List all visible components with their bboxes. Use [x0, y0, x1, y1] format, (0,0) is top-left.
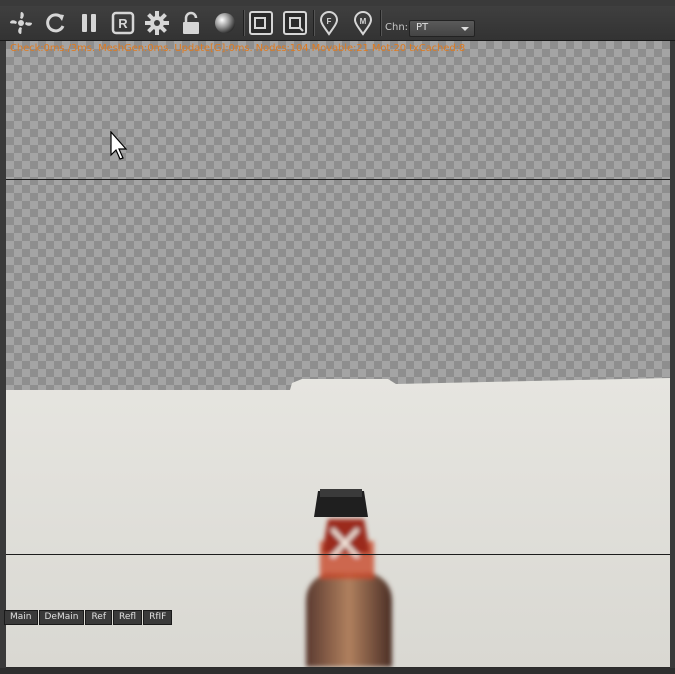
tab-ref[interactable]: Ref	[85, 610, 113, 625]
render-viewport[interactable]: Check:0ms./3ms. MeshGen:0ms. Update[G]:0…	[6, 41, 670, 667]
region-guide-line	[6, 179, 670, 180]
mouse-cursor-icon	[110, 131, 128, 160]
lock-icon[interactable]	[176, 8, 206, 38]
svg-text:R: R	[118, 16, 128, 31]
status-bar	[0, 668, 675, 674]
toolbar-separator	[243, 10, 245, 36]
tab-main[interactable]: Main	[4, 610, 38, 625]
view-tabs: Main DeMain Ref Refl RfIF	[4, 610, 173, 625]
pin-f-icon[interactable]: F	[314, 8, 344, 38]
region-guide-line	[6, 554, 670, 555]
channel-dropdown[interactable]: PT	[409, 20, 475, 37]
pause-icon[interactable]	[74, 8, 104, 38]
render-image	[6, 378, 670, 667]
channel-value: PT	[416, 22, 429, 33]
toolbar-separator	[380, 10, 382, 36]
svg-text:M: M	[360, 17, 367, 26]
tab-refl[interactable]: Refl	[113, 610, 143, 625]
film-region-icon[interactable]	[280, 8, 310, 38]
channel-label: Chn:	[385, 22, 409, 33]
tab-rfif[interactable]: RfIF	[143, 610, 173, 625]
pin-m-icon[interactable]: M	[348, 8, 378, 38]
sphere-icon[interactable]	[210, 8, 240, 38]
r-icon[interactable]: R	[108, 8, 138, 38]
tab-demain[interactable]: DeMain	[38, 610, 85, 625]
gear-icon[interactable]	[142, 8, 172, 38]
render-stats-text: Check:0ms./3ms. MeshGen:0ms. Update[G]:0…	[10, 43, 466, 54]
svg-text:F: F	[327, 17, 332, 26]
render-toolbar: R F M Chn: PT	[0, 6, 675, 41]
region-icon[interactable]	[246, 8, 276, 38]
viewport-frame-right	[670, 41, 675, 668]
fan-icon[interactable]	[6, 8, 36, 38]
chevron-down-icon	[461, 27, 469, 31]
refresh-icon[interactable]	[40, 8, 70, 38]
